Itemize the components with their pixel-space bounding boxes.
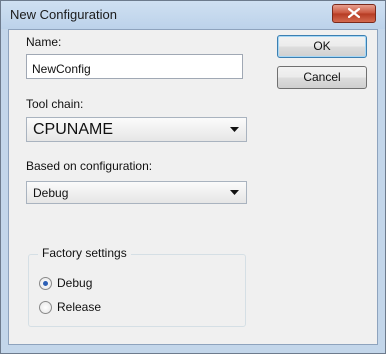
toolchain-value: CPUNAME bbox=[33, 121, 114, 138]
based-on-label: Based on configuration: bbox=[26, 159, 153, 173]
factory-settings-group bbox=[28, 254, 246, 327]
chevron-down-icon bbox=[230, 127, 239, 132]
close-icon bbox=[348, 8, 360, 18]
window-title: New Configuration bbox=[10, 7, 117, 22]
based-on-select[interactable]: Debug bbox=[26, 181, 247, 204]
toolchain-select[interactable]: CPUNAME bbox=[26, 117, 247, 142]
chevron-down-icon bbox=[230, 190, 239, 195]
radio-button-debug[interactable] bbox=[39, 277, 52, 290]
name-label: Name: bbox=[26, 35, 62, 49]
based-on-value: Debug bbox=[33, 186, 69, 200]
title-bar[interactable]: New Configuration bbox=[1, 1, 385, 29]
radio-release-label: Release bbox=[57, 300, 102, 314]
toolchain-label: Tool chain: bbox=[26, 97, 84, 111]
radio-debug-label: Debug bbox=[57, 276, 93, 290]
cancel-button[interactable]: Cancel bbox=[277, 66, 367, 89]
factory-settings-label: Factory settings bbox=[38, 246, 131, 260]
ok-button[interactable]: OK bbox=[277, 35, 367, 58]
close-button[interactable] bbox=[332, 4, 376, 23]
radio-button-release[interactable] bbox=[39, 301, 52, 314]
radio-selected-dot bbox=[43, 281, 48, 286]
dialog-window: New Configuration Name: OK Cancel Tool c… bbox=[0, 0, 386, 354]
name-input[interactable] bbox=[26, 54, 243, 79]
